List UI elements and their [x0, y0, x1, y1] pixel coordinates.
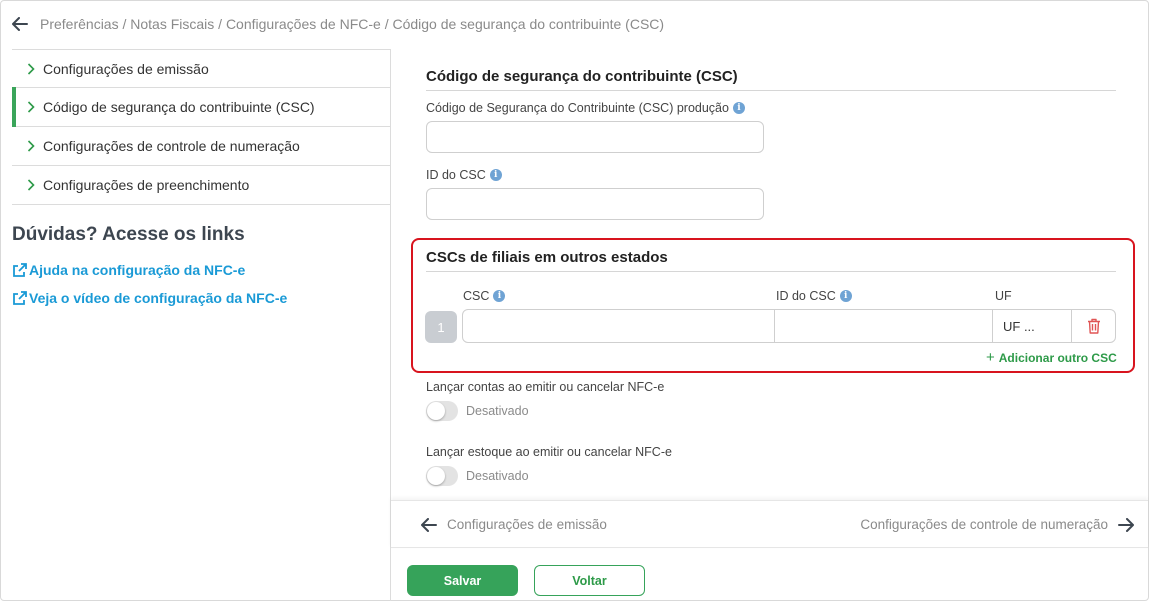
sidebar-nav: Configurações de emissão Código de segur…	[12, 49, 390, 205]
back-button[interactable]: Voltar	[534, 565, 645, 596]
prev-section-label: Configurações de emissão	[447, 517, 607, 532]
help-link-config[interactable]: Ajuda na configuração da NFC-e	[12, 262, 245, 278]
help-title: Dúvidas? Acesse os links	[12, 224, 245, 245]
sidebar-item-label: Configurações de controle de numeração	[43, 138, 300, 154]
chevron-right-icon	[27, 62, 37, 75]
plus-icon: +	[986, 349, 995, 366]
help-link-video[interactable]: Veja o vídeo de configuração da NFC-e	[12, 290, 287, 306]
add-csc-button[interactable]: + Adicionar outro CSC	[986, 349, 1117, 366]
csc-id-label-text: ID do CSC	[426, 168, 486, 182]
toggle-knob	[427, 467, 445, 485]
back-arrow-icon[interactable]	[10, 14, 30, 34]
sidebar-item-preenchimento[interactable]: Configurações de preenchimento	[12, 166, 390, 205]
info-icon[interactable]: i	[493, 290, 506, 302]
toggle-estoque-label: Lançar estoque ao emitir ou cancelar NFC…	[426, 445, 672, 459]
toggle-contas-label: Lançar contas ao emitir ou cancelar NFC-…	[426, 380, 665, 394]
save-button[interactable]: Salvar	[407, 565, 518, 596]
trash-icon[interactable]	[1072, 310, 1115, 342]
external-link-icon	[12, 290, 28, 306]
next-section-label: Configurações de controle de numeração	[860, 517, 1108, 532]
add-csc-label: Adicionar outro CSC	[998, 350, 1117, 365]
toggle-estoque-switch[interactable]	[426, 466, 458, 486]
prev-section-link[interactable]: Configurações de emissão	[421, 517, 607, 532]
section-divider	[426, 90, 1116, 91]
help-link-label: Veja o vídeo de configuração da NFC-e	[29, 290, 288, 306]
toggle-knob	[427, 402, 445, 420]
csc-id-input[interactable]	[426, 188, 764, 220]
next-section-link[interactable]: Configurações de controle de numeração	[860, 517, 1134, 532]
csc-branch-row: UF ...	[462, 309, 1116, 343]
csc-production-label: Código de Segurança do Contribuinte (CSC…	[426, 101, 745, 115]
chevron-right-icon	[27, 140, 37, 152]
chevron-right-icon	[27, 101, 37, 113]
branches-section-title: CSCs de filiais em outros estados	[426, 249, 668, 266]
arrow-left-icon	[421, 517, 437, 532]
info-icon[interactable]: i	[489, 169, 502, 181]
toggle-contas-switch[interactable]	[426, 401, 458, 421]
section-divider	[426, 271, 1116, 272]
section-pager: Configurações de emissão Configurações d…	[391, 500, 1148, 548]
toggle-estoque-state: Desativado	[466, 469, 529, 483]
sidebar-item-emissao[interactable]: Configurações de emissão	[12, 49, 390, 88]
col-csc-label-text: CSC	[463, 289, 490, 303]
arrow-right-icon	[1118, 517, 1134, 532]
branch-csc-id-input[interactable]	[775, 310, 993, 342]
sidebar-item-csc[interactable]: Código de segurança do contribuinte (CSC…	[12, 87, 390, 127]
help-link-label: Ajuda na configuração da NFC-e	[29, 262, 246, 278]
col-csc-label: CSC i	[463, 289, 506, 303]
info-icon[interactable]: i	[839, 290, 852, 302]
chevron-right-icon	[27, 179, 37, 191]
csc-section-title: Código de segurança do contribuinte (CSC…	[426, 68, 738, 85]
sidebar-item-numeracao[interactable]: Configurações de controle de numeração	[12, 127, 390, 166]
col-id-label-text: ID do CSC	[776, 289, 836, 303]
branch-csc-input[interactable]	[463, 310, 775, 342]
info-icon[interactable]: i	[732, 102, 745, 114]
col-uf-label: UF	[995, 289, 1012, 303]
row-number-badge: 1	[425, 311, 457, 343]
branch-uf-select[interactable]: UF ...	[993, 310, 1072, 342]
breadcrumb: Preferências / Notas Fiscais / Configura…	[10, 14, 664, 34]
col-id-label: ID do CSC i	[776, 289, 852, 303]
toggle-contas-state: Desativado	[466, 404, 529, 418]
breadcrumb-path: Preferências / Notas Fiscais / Configura…	[40, 16, 665, 32]
sidebar-item-label: Código de segurança do contribuinte (CSC…	[43, 99, 315, 115]
sidebar-item-label: Configurações de preenchimento	[43, 177, 250, 193]
sidebar-item-label: Configurações de emissão	[43, 60, 209, 77]
csc-production-label-text: Código de Segurança do Contribuinte (CSC…	[426, 101, 729, 115]
external-link-icon	[12, 262, 28, 278]
csc-production-input[interactable]	[426, 121, 764, 153]
csc-id-label: ID do CSC i	[426, 168, 502, 182]
